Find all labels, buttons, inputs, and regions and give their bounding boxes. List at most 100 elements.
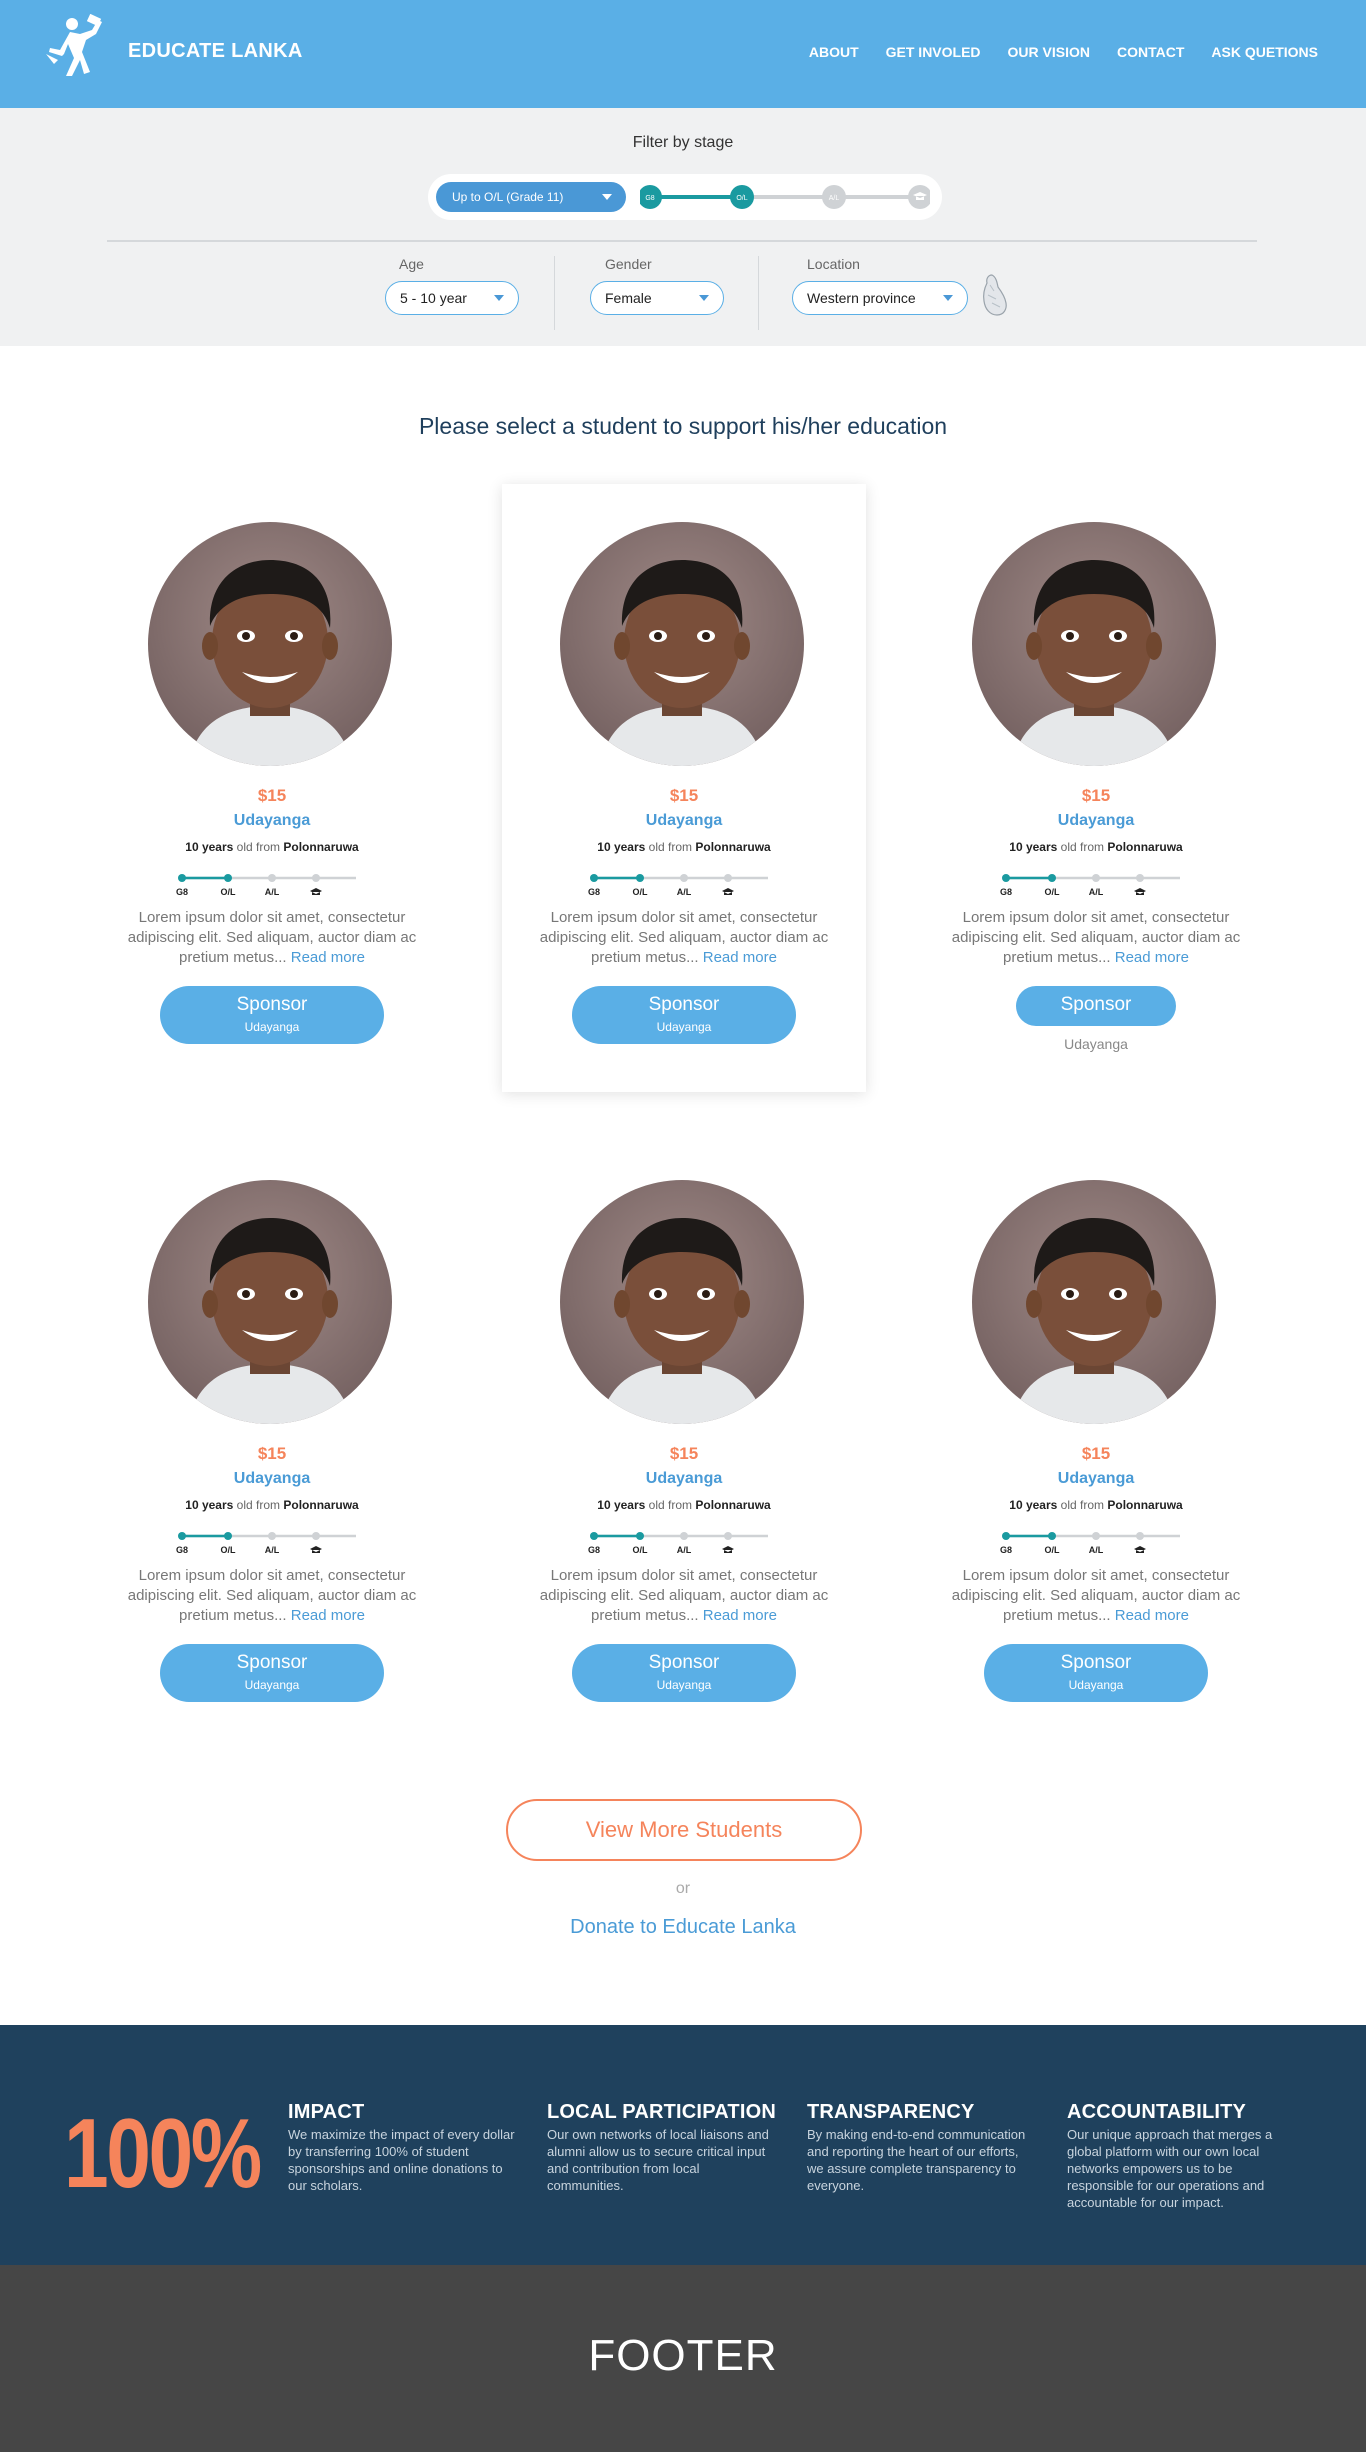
read-more-link[interactable]: Read more xyxy=(291,949,365,966)
read-more-link[interactable]: Read more xyxy=(291,1607,365,1624)
stage-step-al[interactable]: A/L xyxy=(822,185,846,209)
sponsor-button[interactable]: Sponsor xyxy=(1016,986,1176,1026)
student-age: 10 years xyxy=(1009,1498,1058,1512)
stage-select[interactable]: Up to O/L (Grade 11) xyxy=(436,182,626,212)
svg-text:O/L: O/L xyxy=(633,1545,649,1555)
svg-text:A/L: A/L xyxy=(677,1545,692,1555)
student-old-from: old from xyxy=(1060,1498,1105,1512)
student-photo[interactable] xyxy=(972,1180,1216,1424)
sponsor-label: Sponsor xyxy=(236,994,308,1015)
sponsorship-price: $15 xyxy=(257,786,287,805)
graduation-cap-icon xyxy=(1134,1546,1146,1553)
student-name[interactable]: Udayanga xyxy=(502,812,866,830)
svg-text:A/L: A/L xyxy=(829,195,840,202)
student-stage-track: G8 O/L A/L xyxy=(1000,1532,1180,1555)
student-description: Lorem ipsum dolor sit amet, consectetur … xyxy=(118,1566,426,1626)
student-description: Lorem ipsum dolor sit amet, consectetur … xyxy=(118,908,426,968)
site-header: EDUCATE LANKA ABOUT GET INVOLED OUR VISI… xyxy=(0,0,1366,108)
student-card[interactable]: $15 Udayanga 10 years old from Polonnaru… xyxy=(90,1142,454,1750)
stage-progress-track[interactable]: G8 O/L A/L xyxy=(640,174,930,220)
read-more-link[interactable]: Read more xyxy=(1115,949,1189,966)
student-name[interactable]: Udayanga xyxy=(914,1470,1278,1488)
sponsor-button[interactable]: Sponsor Udayanga xyxy=(160,1644,384,1702)
sponsor-subtitle: Udayanga xyxy=(1068,1678,1124,1692)
nav-our-vision[interactable]: OUR VISION xyxy=(1008,44,1090,60)
student-info: 10 years old from Polonnaruwa xyxy=(90,1498,454,1512)
read-more-link[interactable]: Read more xyxy=(703,1607,777,1624)
age-select[interactable]: 5 - 10 year xyxy=(385,281,519,315)
sri-lanka-map-icon[interactable] xyxy=(980,273,1010,317)
svg-text:G8: G8 xyxy=(588,887,600,897)
gender-select[interactable]: Female xyxy=(590,281,724,315)
sponsor-button[interactable]: Sponsor Udayanga xyxy=(984,1644,1208,1702)
student-photo[interactable] xyxy=(560,522,804,766)
value-text: Our unique approach that merges a global… xyxy=(1067,2127,1273,2210)
svg-text:O/L: O/L xyxy=(1045,1545,1061,1555)
read-more-link[interactable]: Read more xyxy=(1115,1607,1189,1624)
student-card[interactable]: $15 Udayanga 10 years old from Polonnaru… xyxy=(502,1142,866,1750)
age-select-value: 5 - 10 year xyxy=(400,290,467,306)
student-card[interactable]: $15 Udayanga 10 years old from Polonnaru… xyxy=(914,484,1278,1092)
student-photo[interactable] xyxy=(148,1180,392,1424)
sponsorship-price: $15 xyxy=(669,786,699,805)
brand-name[interactable]: EDUCATE LANKA xyxy=(128,40,303,63)
student-age: 10 years xyxy=(1009,840,1058,854)
sponsor-button[interactable]: Sponsor Udayanga xyxy=(160,986,384,1044)
student-old-from: old from xyxy=(236,1498,281,1512)
sponsor-subtitle: Udayanga xyxy=(656,1020,712,1034)
student-age: 10 years xyxy=(185,1498,234,1512)
student-card[interactable]: $15 Udayanga 10 years old from Polonnaru… xyxy=(90,484,454,1092)
sponsor-button[interactable]: Sponsor Udayanga xyxy=(572,1644,796,1702)
graduation-cap-icon xyxy=(722,888,734,895)
stage-step-ol[interactable]: O/L xyxy=(730,185,754,209)
student-description: Lorem ipsum dolor sit amet, consectetur … xyxy=(942,908,1250,968)
donate-link[interactable]: Donate to Educate Lanka xyxy=(0,1916,1366,1939)
age-label: Age xyxy=(399,256,424,272)
sponsor-subtitle: Udayanga xyxy=(244,1020,300,1034)
gender-label: Gender xyxy=(605,256,652,272)
svg-text:A/L: A/L xyxy=(677,887,692,897)
student-card[interactable]: $15 Udayanga 10 years old from Polonnaru… xyxy=(914,1142,1278,1750)
student-description: Lorem ipsum dolor sit amet, consectetur … xyxy=(530,1566,838,1626)
nav-get-involved[interactable]: GET INVOLED xyxy=(886,44,981,60)
student-location: Polonnaruwa xyxy=(1107,840,1183,854)
svg-text:O/L: O/L xyxy=(633,887,649,897)
graduation-cap-icon xyxy=(310,1546,322,1553)
student-old-from: old from xyxy=(236,840,281,854)
graduation-cap-icon xyxy=(1134,888,1146,895)
stage-filter: Up to O/L (Grade 11) G8 O/L A/L xyxy=(428,174,942,220)
student-photo[interactable] xyxy=(148,522,392,766)
student-description-text: Lorem ipsum dolor sit amet, consectetur … xyxy=(951,909,1241,966)
sponsor-button[interactable]: Sponsor Udayanga xyxy=(572,986,796,1044)
educate-lanka-logo[interactable] xyxy=(44,14,110,80)
student-card[interactable]: $15 Udayanga 10 years old from Polonnaru… xyxy=(502,484,866,1092)
student-location: Polonnaruwa xyxy=(283,840,359,854)
value-accountability: ACCOUNTABILITY Our unique approach that … xyxy=(1067,2101,1297,2211)
location-select[interactable]: Western province xyxy=(792,281,968,315)
sponsor-label: Sponsor xyxy=(648,1652,720,1673)
student-age: 10 years xyxy=(185,840,234,854)
filter-divider xyxy=(107,240,1257,242)
student-name[interactable]: Udayanga xyxy=(90,812,454,830)
stage-select-value: Up to O/L (Grade 11) xyxy=(452,190,564,204)
stage-step-g8[interactable]: G8 xyxy=(640,185,662,209)
sponsor-label: Sponsor xyxy=(236,1652,308,1673)
read-more-link[interactable]: Read more xyxy=(703,949,777,966)
student-description-text: Lorem ipsum dolor sit amet, consectetur … xyxy=(127,1567,417,1624)
student-name[interactable]: Udayanga xyxy=(914,812,1278,830)
student-photo[interactable] xyxy=(972,522,1216,766)
student-location: Polonnaruwa xyxy=(283,1498,359,1512)
student-photo[interactable] xyxy=(560,1180,804,1424)
nav-ask-questions[interactable]: ASK QUETIONS xyxy=(1211,44,1318,60)
value-text: We maximize the impact of every dollar b… xyxy=(288,2127,515,2193)
value-title: TRANSPARENCY xyxy=(807,2101,975,2123)
view-more-students-button[interactable]: View More Students xyxy=(506,1799,862,1861)
stage-step-graduation[interactable] xyxy=(908,185,930,209)
student-name[interactable]: Udayanga xyxy=(90,1470,454,1488)
svg-text:G8: G8 xyxy=(645,195,654,202)
nav-about[interactable]: ABOUT xyxy=(809,44,859,60)
student-name[interactable]: Udayanga xyxy=(502,1470,866,1488)
student-stage-track: G8 O/L A/L xyxy=(176,874,356,897)
nav-contact[interactable]: CONTACT xyxy=(1117,44,1184,60)
main-nav: ABOUT GET INVOLED OUR VISION CONTACT ASK… xyxy=(809,44,1318,60)
